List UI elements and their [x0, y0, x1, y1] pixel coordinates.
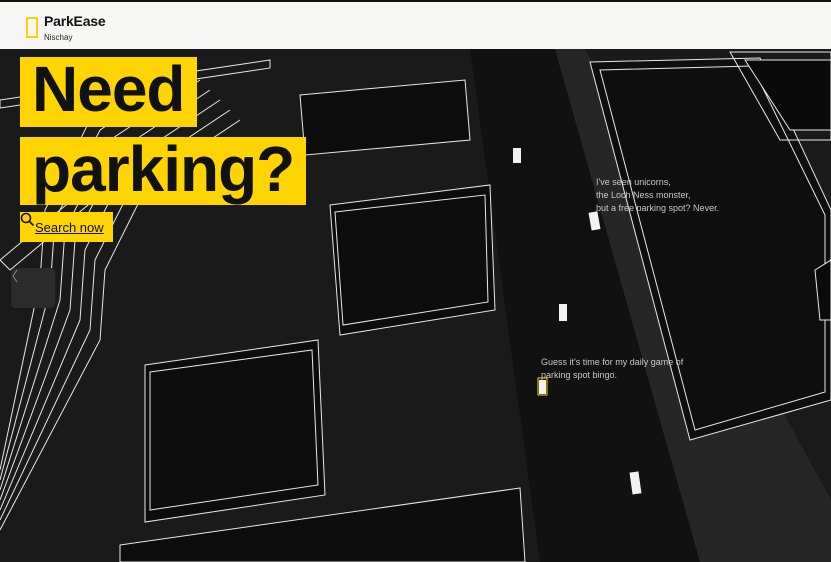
hero-headline-line2: parking? — [20, 137, 307, 205]
hero-headline-line1: Need — [20, 57, 197, 127]
brand-title[interactable]: ParkEase — [44, 13, 106, 29]
top-header: ParkEase Nischay — [0, 0, 831, 49]
quote-bubble-2: Guess it's time for my daily game of par… — [541, 356, 711, 382]
quote-1-line-2: the Loch Ness monster, — [596, 190, 691, 200]
search-now-label: Search now — [35, 219, 104, 235]
quote-bubble-1: I've seen unicorns, the Loch Ness monste… — [596, 176, 756, 215]
logo-icon[interactable] — [26, 17, 38, 38]
quote-2-line-2: parking spot bingo. — [541, 370, 618, 380]
carousel-prev-button[interactable] — [11, 268, 55, 308]
brand-subtitle: Nischay — [44, 33, 73, 42]
quote-1-line-3: but a free parking spot? Never. — [596, 203, 720, 213]
search-now-button[interactable]: Search now — [20, 212, 113, 242]
quote-2-line-1: Guess it's time for my daily game of — [541, 357, 684, 367]
quote-1-line-1: I've seen unicorns, — [596, 177, 671, 187]
city-map-scene: Need parking? Search now I've seen unico… — [0, 49, 831, 562]
